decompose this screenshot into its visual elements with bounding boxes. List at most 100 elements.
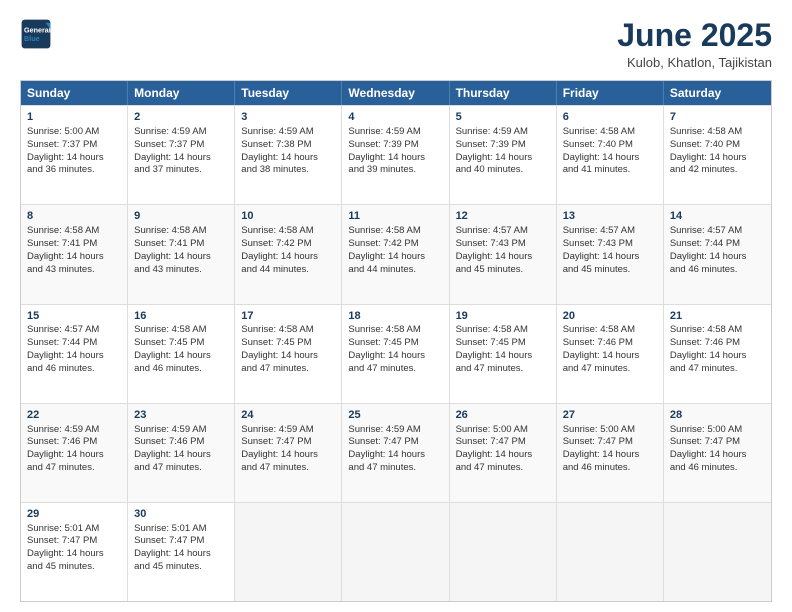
table-row: [450, 503, 557, 601]
day-info-line: Sunset: 7:47 PM: [241, 436, 335, 449]
day-number: 21: [670, 309, 765, 324]
day-info-line: Daylight: 14 hours: [134, 449, 228, 462]
table-row: 5Sunrise: 4:59 AMSunset: 7:39 PMDaylight…: [450, 106, 557, 204]
table-row: 22Sunrise: 4:59 AMSunset: 7:46 PMDayligh…: [21, 404, 128, 502]
day-info-line: Daylight: 14 hours: [456, 350, 550, 363]
day-info-line: Sunset: 7:43 PM: [563, 238, 657, 251]
header-day-tuesday: Tuesday: [235, 81, 342, 105]
calendar-week-1: 1Sunrise: 5:00 AMSunset: 7:37 PMDaylight…: [21, 105, 771, 204]
day-info-line: and 47 minutes.: [670, 363, 765, 376]
day-number: 3: [241, 110, 335, 125]
day-number: 2: [134, 110, 228, 125]
day-info-line: Daylight: 14 hours: [27, 251, 121, 264]
svg-text:Blue: Blue: [24, 34, 40, 43]
day-info-line: Daylight: 14 hours: [670, 350, 765, 363]
day-info-line: and 47 minutes.: [241, 462, 335, 475]
table-row: 3Sunrise: 4:59 AMSunset: 7:38 PMDaylight…: [235, 106, 342, 204]
title-block: June 2025 Kulob, Khatlon, Tajikistan: [617, 18, 772, 70]
page: General Blue June 2025 Kulob, Khatlon, T…: [0, 0, 792, 612]
day-info-line: Sunrise: 4:58 AM: [563, 324, 657, 337]
day-info-line: Sunset: 7:47 PM: [134, 535, 228, 548]
calendar-header: SundayMondayTuesdayWednesdayThursdayFrid…: [21, 81, 771, 105]
day-info-line: Sunset: 7:45 PM: [241, 337, 335, 350]
day-info-line: and 47 minutes.: [348, 363, 442, 376]
day-info-line: Sunset: 7:37 PM: [27, 139, 121, 152]
day-number: 13: [563, 209, 657, 224]
day-number: 17: [241, 309, 335, 324]
table-row: 14Sunrise: 4:57 AMSunset: 7:44 PMDayligh…: [664, 205, 771, 303]
day-info-line: Sunrise: 4:57 AM: [563, 225, 657, 238]
day-info-line: Sunrise: 5:01 AM: [27, 523, 121, 536]
table-row: [342, 503, 449, 601]
day-info-line: Sunset: 7:47 PM: [456, 436, 550, 449]
day-info-line: Sunset: 7:47 PM: [563, 436, 657, 449]
day-info-line: Sunset: 7:45 PM: [348, 337, 442, 350]
header-day-sunday: Sunday: [21, 81, 128, 105]
table-row: 11Sunrise: 4:58 AMSunset: 7:42 PMDayligh…: [342, 205, 449, 303]
day-info-line: Sunset: 7:47 PM: [348, 436, 442, 449]
day-info-line: Daylight: 14 hours: [563, 152, 657, 165]
day-info-line: Sunset: 7:39 PM: [456, 139, 550, 152]
day-number: 27: [563, 408, 657, 423]
table-row: [557, 503, 664, 601]
day-info-line: Sunset: 7:46 PM: [563, 337, 657, 350]
calendar-body: 1Sunrise: 5:00 AMSunset: 7:37 PMDaylight…: [21, 105, 771, 601]
day-info-line: Sunset: 7:42 PM: [241, 238, 335, 251]
day-number: 19: [456, 309, 550, 324]
day-info-line: Sunset: 7:45 PM: [134, 337, 228, 350]
day-info-line: Sunset: 7:47 PM: [670, 436, 765, 449]
day-number: 23: [134, 408, 228, 423]
day-info-line: and 36 minutes.: [27, 164, 121, 177]
day-info-line: Sunrise: 4:58 AM: [134, 225, 228, 238]
day-info-line: and 46 minutes.: [670, 264, 765, 277]
day-number: 22: [27, 408, 121, 423]
day-info-line: Daylight: 14 hours: [241, 152, 335, 165]
table-row: 20Sunrise: 4:58 AMSunset: 7:46 PMDayligh…: [557, 305, 664, 403]
day-info-line: Sunset: 7:41 PM: [27, 238, 121, 251]
table-row: 6Sunrise: 4:58 AMSunset: 7:40 PMDaylight…: [557, 106, 664, 204]
table-row: 13Sunrise: 4:57 AMSunset: 7:43 PMDayligh…: [557, 205, 664, 303]
day-info-line: Sunrise: 4:59 AM: [348, 424, 442, 437]
day-info-line: Sunset: 7:40 PM: [563, 139, 657, 152]
day-info-line: Sunrise: 4:58 AM: [27, 225, 121, 238]
day-info-line: and 47 minutes.: [241, 363, 335, 376]
table-row: 23Sunrise: 4:59 AMSunset: 7:46 PMDayligh…: [128, 404, 235, 502]
day-info-line: Sunrise: 5:00 AM: [27, 126, 121, 139]
table-row: 10Sunrise: 4:58 AMSunset: 7:42 PMDayligh…: [235, 205, 342, 303]
day-info-line: Daylight: 14 hours: [27, 152, 121, 165]
day-info-line: and 44 minutes.: [348, 264, 442, 277]
day-number: 4: [348, 110, 442, 125]
day-info-line: and 43 minutes.: [134, 264, 228, 277]
day-info-line: and 46 minutes.: [563, 462, 657, 475]
day-info-line: Daylight: 14 hours: [563, 350, 657, 363]
day-info-line: Sunset: 7:46 PM: [134, 436, 228, 449]
day-info-line: Sunrise: 4:58 AM: [348, 225, 442, 238]
table-row: 25Sunrise: 4:59 AMSunset: 7:47 PMDayligh…: [342, 404, 449, 502]
day-info-line: Sunset: 7:46 PM: [670, 337, 765, 350]
day-info-line: Daylight: 14 hours: [670, 251, 765, 264]
day-number: 26: [456, 408, 550, 423]
day-info-line: Daylight: 14 hours: [456, 251, 550, 264]
day-info-line: Daylight: 14 hours: [348, 350, 442, 363]
table-row: 4Sunrise: 4:59 AMSunset: 7:39 PMDaylight…: [342, 106, 449, 204]
table-row: 21Sunrise: 4:58 AMSunset: 7:46 PMDayligh…: [664, 305, 771, 403]
day-info-line: Daylight: 14 hours: [134, 350, 228, 363]
svg-text:General: General: [24, 25, 51, 34]
table-row: 15Sunrise: 4:57 AMSunset: 7:44 PMDayligh…: [21, 305, 128, 403]
day-number: 28: [670, 408, 765, 423]
table-row: 16Sunrise: 4:58 AMSunset: 7:45 PMDayligh…: [128, 305, 235, 403]
day-info-line: and 47 minutes.: [456, 363, 550, 376]
calendar: SundayMondayTuesdayWednesdayThursdayFrid…: [20, 80, 772, 602]
day-number: 25: [348, 408, 442, 423]
day-info-line: Sunset: 7:40 PM: [670, 139, 765, 152]
day-info-line: Daylight: 14 hours: [670, 449, 765, 462]
day-number: 14: [670, 209, 765, 224]
day-number: 12: [456, 209, 550, 224]
day-info-line: Sunset: 7:47 PM: [27, 535, 121, 548]
day-info-line: Sunrise: 4:59 AM: [241, 424, 335, 437]
day-info-line: Sunrise: 4:59 AM: [134, 126, 228, 139]
table-row: 19Sunrise: 4:58 AMSunset: 7:45 PMDayligh…: [450, 305, 557, 403]
day-info-line: Daylight: 14 hours: [348, 449, 442, 462]
day-info-line: Sunset: 7:44 PM: [27, 337, 121, 350]
table-row: 9Sunrise: 4:58 AMSunset: 7:41 PMDaylight…: [128, 205, 235, 303]
